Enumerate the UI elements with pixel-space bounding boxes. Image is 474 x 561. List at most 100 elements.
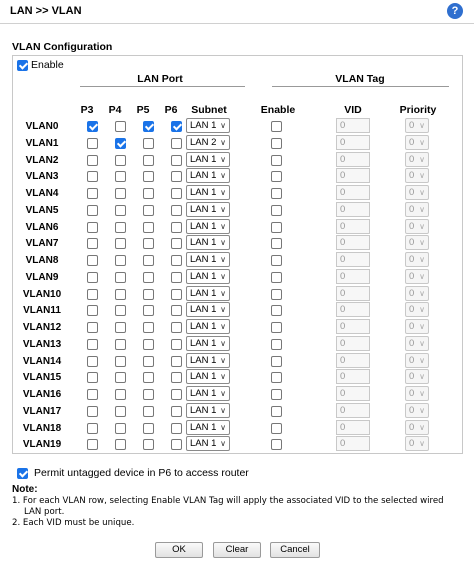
port-p4-checkbox[interactable] [115,372,126,384]
port-p5-checkbox[interactable] [143,221,154,233]
subnet-select[interactable]: LAN 1 ∨ [186,302,230,318]
priority-select[interactable]: 0 ∨ [405,285,429,301]
port-p5-checkbox[interactable] [143,121,154,132]
priority-select[interactable]: 0 ∨ [405,185,429,200]
port-p4-checkbox[interactable] [115,255,126,266]
priority-select[interactable]: 0 ∨ [405,419,429,435]
priority-select[interactable]: 0 ∨ [405,402,429,418]
port-p6-checkbox[interactable] [171,322,182,333]
port-p5-checkbox[interactable] [143,171,154,183]
vlan-tag-enable-checkbox[interactable] [271,338,282,350]
port-p4-checkbox[interactable] [115,305,126,317]
port-p3-checkbox[interactable] [87,422,98,434]
clear-button[interactable]: Clear [213,542,261,558]
port-p4-checkbox[interactable] [115,121,126,132]
port-p3-checkbox[interactable] [87,405,98,417]
subnet-select[interactable]: LAN 1 ∨ [186,151,230,167]
priority-select[interactable]: 0 ∨ [405,201,429,217]
port-p4-checkbox[interactable] [115,288,126,300]
subnet-select[interactable]: LAN 1 ∨ [186,185,230,200]
port-p3-checkbox[interactable] [87,355,98,367]
port-p3-checkbox[interactable] [87,372,98,384]
vid-input[interactable]: 0 [336,151,370,167]
priority-select[interactable]: 0 ∨ [405,436,429,452]
port-p4-checkbox[interactable] [115,439,126,451]
port-p5-checkbox[interactable] [143,204,154,216]
subnet-select[interactable]: LAN 1 ∨ [186,352,230,368]
subnet-select[interactable]: LAN 1 ∨ [186,402,230,418]
subnet-select[interactable]: LAN 1 ∨ [186,369,230,385]
subnet-select[interactable]: LAN 2 ∨ [186,134,230,150]
port-p6-checkbox[interactable] [171,255,182,266]
vid-input[interactable]: 0 [336,369,370,385]
port-p5-checkbox[interactable] [143,271,154,283]
port-p6-checkbox[interactable] [171,271,182,283]
help-icon[interactable]: ? [447,3,463,19]
port-p3-checkbox[interactable] [87,255,98,266]
priority-select[interactable]: 0 ∨ [405,168,429,184]
priority-select[interactable]: 0 ∨ [405,118,429,133]
ok-button[interactable]: OK [155,542,203,558]
vlan-tag-enable-checkbox[interactable] [271,154,282,166]
port-p4-checkbox[interactable] [115,204,126,216]
vlan-tag-enable-checkbox[interactable] [271,405,282,417]
port-p5-checkbox[interactable] [143,322,154,333]
vid-input[interactable]: 0 [336,352,370,368]
vid-input[interactable]: 0 [336,436,370,452]
port-p3-checkbox[interactable] [87,204,98,216]
port-p5-checkbox[interactable] [143,238,154,250]
subnet-select[interactable]: LAN 1 ∨ [186,335,230,351]
port-p4-checkbox[interactable] [115,322,126,333]
permit-untagged-checkbox[interactable] [17,467,28,479]
port-p5-checkbox[interactable] [143,389,154,400]
vid-input[interactable]: 0 [336,252,370,267]
vlan-tag-enable-checkbox[interactable] [271,322,282,333]
port-p6-checkbox[interactable] [171,154,182,166]
port-p6-checkbox[interactable] [171,338,182,350]
subnet-select[interactable]: LAN 1 ∨ [186,252,230,267]
port-p3-checkbox[interactable] [87,338,98,350]
port-p3-checkbox[interactable] [87,238,98,250]
vlan-tag-enable-checkbox[interactable] [271,389,282,400]
port-p6-checkbox[interactable] [171,305,182,317]
port-p3-checkbox[interactable] [87,154,98,166]
port-p5-checkbox[interactable] [143,338,154,350]
vlan-enable-checkbox[interactable] [17,59,28,71]
port-p4-checkbox[interactable] [115,137,126,149]
priority-select[interactable]: 0 ∨ [405,352,429,368]
vlan-tag-enable-checkbox[interactable] [271,255,282,266]
vlan-tag-enable-checkbox[interactable] [271,171,282,183]
vid-input[interactable]: 0 [336,302,370,318]
port-p4-checkbox[interactable] [115,154,126,166]
port-p4-checkbox[interactable] [115,422,126,434]
vid-input[interactable]: 0 [336,168,370,184]
vlan-tag-enable-checkbox[interactable] [271,439,282,451]
port-p6-checkbox[interactable] [171,372,182,384]
port-p6-checkbox[interactable] [171,221,182,233]
port-p6-checkbox[interactable] [171,188,182,199]
vlan-tag-enable-checkbox[interactable] [271,422,282,434]
cancel-button[interactable]: Cancel [270,542,320,558]
port-p3-checkbox[interactable] [87,305,98,317]
port-p5-checkbox[interactable] [143,422,154,434]
port-p3-checkbox[interactable] [87,188,98,199]
subnet-select[interactable]: LAN 1 ∨ [186,436,230,452]
port-p3-checkbox[interactable] [87,171,98,183]
subnet-select[interactable]: LAN 1 ∨ [186,319,230,334]
priority-select[interactable]: 0 ∨ [405,386,429,401]
subnet-select[interactable]: LAN 1 ∨ [186,218,230,234]
vlan-tag-enable-checkbox[interactable] [271,188,282,199]
subnet-select[interactable]: LAN 1 ∨ [186,285,230,301]
priority-select[interactable]: 0 ∨ [405,235,429,251]
vid-input[interactable]: 0 [336,268,370,284]
port-p3-checkbox[interactable] [87,389,98,400]
port-p5-checkbox[interactable] [143,288,154,300]
port-p3-checkbox[interactable] [87,271,98,283]
port-p6-checkbox[interactable] [171,355,182,367]
port-p4-checkbox[interactable] [115,389,126,400]
port-p5-checkbox[interactable] [143,405,154,417]
port-p4-checkbox[interactable] [115,221,126,233]
port-p4-checkbox[interactable] [115,338,126,350]
subnet-select[interactable]: LAN 1 ∨ [186,419,230,435]
port-p5-checkbox[interactable] [143,305,154,317]
